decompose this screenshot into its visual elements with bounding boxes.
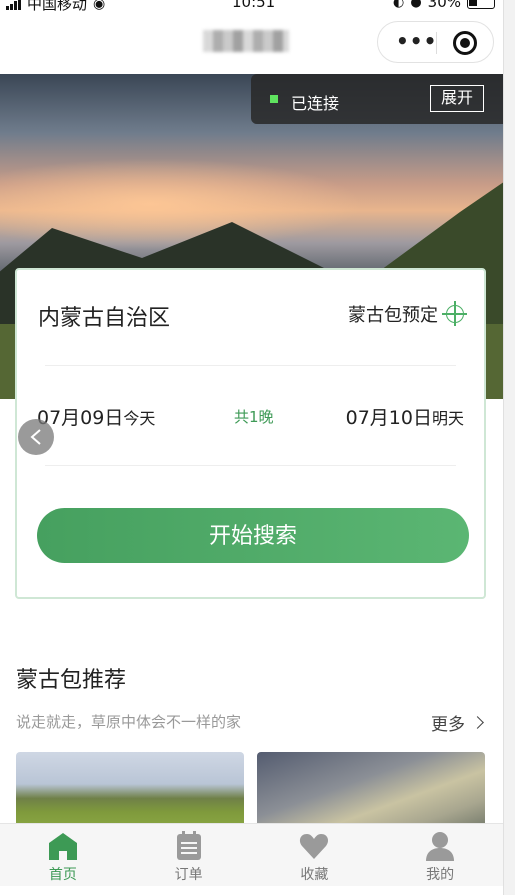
region-selector[interactable]: 内蒙古自治区: [38, 300, 170, 332]
section-title: 蒙古包推荐: [16, 668, 127, 693]
divider: [45, 465, 456, 466]
signal-icon: [6, 0, 21, 10]
wifi-icon: ◉: [93, 0, 106, 12]
tab-profile[interactable]: 我的: [377, 824, 503, 886]
check-out-date-value: 07月10日: [345, 407, 432, 429]
tab-label: 首页: [48, 867, 77, 883]
connection-status-dot: [270, 95, 278, 103]
check-out-day: 明天: [431, 409, 464, 428]
yurt-booking-link[interactable]: 蒙古包预定: [348, 301, 467, 327]
chevron-left-icon: [30, 429, 41, 445]
status-bar: 中国移动 ◉ 10:51 ◐ ● 30%: [0, 0, 503, 18]
carrier-label: 中国移动: [27, 0, 88, 13]
tab-bar: 首页 订单 收藏 我的: [0, 823, 503, 886]
yurt-booking-label: 蒙古包预定: [348, 305, 438, 326]
more-icon[interactable]: •••: [396, 31, 437, 51]
start-search-button[interactable]: 开始搜索: [37, 508, 469, 563]
close-miniprogram-icon[interactable]: [453, 31, 477, 55]
capsule-divider: [436, 32, 437, 54]
tab-favorites[interactable]: 收藏: [252, 824, 378, 886]
battery-percent: 30%: [427, 0, 461, 11]
section-subtitle: 说走就走，草原中体会不一样的家: [16, 713, 242, 731]
tab-home[interactable]: 首页: [0, 824, 126, 886]
tab-label: 订单: [174, 867, 203, 883]
right-edge-strip: [503, 0, 515, 895]
home-icon: [48, 833, 77, 860]
miniprogram-capsule: •••: [377, 21, 494, 63]
status-right: ◐ ● 30%: [393, 0, 495, 11]
tab-label: 我的: [426, 867, 455, 883]
blurred-page-title: [203, 30, 289, 52]
recommend-card-image[interactable]: [16, 752, 244, 832]
expand-button[interactable]: 展开: [430, 85, 484, 112]
alarm-icon: ●: [410, 0, 422, 10]
recommend-card-image[interactable]: [257, 752, 485, 832]
check-in-day: 今天: [123, 409, 156, 428]
more-label: 更多: [431, 715, 465, 735]
status-left: 中国移动 ◉: [6, 0, 105, 14]
title-bar: •••: [0, 18, 503, 74]
battery-icon: [467, 0, 495, 9]
clock: 10:51: [232, 0, 276, 11]
user-icon: [426, 832, 455, 861]
tab-label: 收藏: [300, 867, 329, 883]
locate-icon[interactable]: [442, 301, 467, 326]
booking-card: 内蒙古自治区 蒙古包预定 07月09日今天 共1晚 07月10日明天 开始搜索: [15, 268, 486, 599]
order-icon: [176, 831, 201, 860]
nights-count: 共1晚: [234, 408, 274, 426]
check-in-date[interactable]: 07月09日今天: [37, 403, 155, 430]
check-out-date[interactable]: 07月10日明天: [346, 403, 464, 430]
connection-bar: 已连接 展开: [251, 74, 503, 124]
more-link[interactable]: 更多: [431, 710, 484, 735]
chevron-right-icon: [471, 716, 484, 729]
carousel-prev-button[interactable]: [18, 419, 54, 455]
lock-rotation-icon: ◐: [392, 0, 405, 10]
heart-icon: [300, 834, 329, 859]
connection-status-text: 已连接: [291, 94, 340, 113]
tab-orders[interactable]: 订单: [126, 824, 252, 886]
divider: [45, 365, 456, 366]
